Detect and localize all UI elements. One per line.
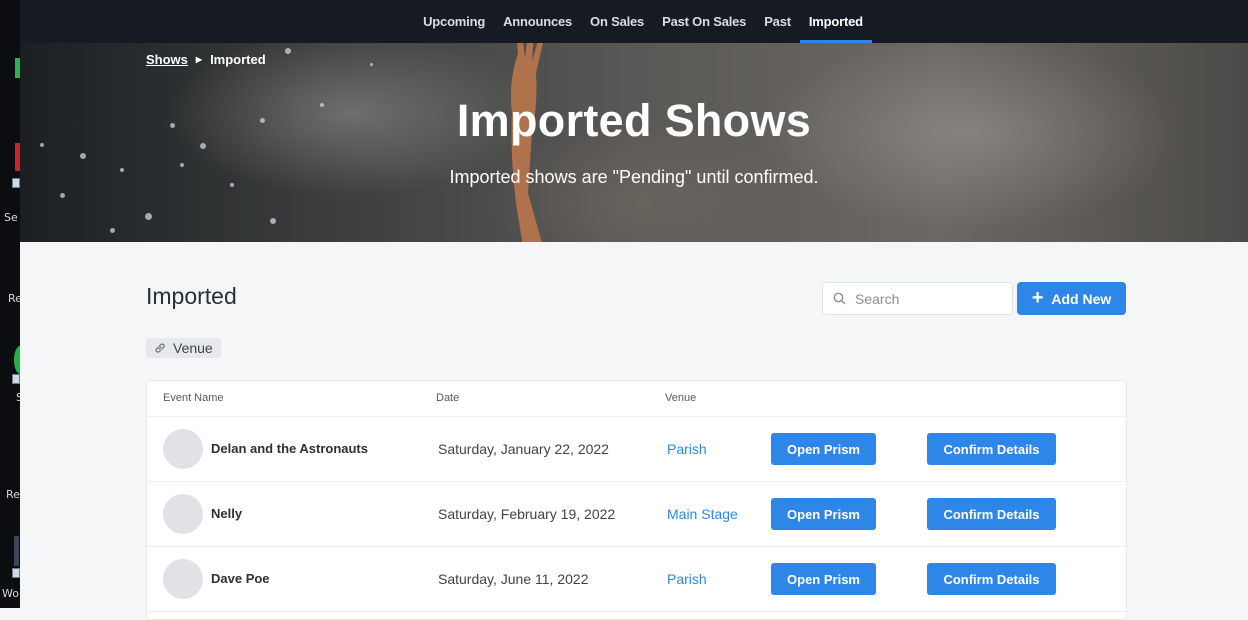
venue-filter-label: Venue <box>173 340 213 356</box>
tab-on-sales[interactable]: On Sales <box>581 0 653 43</box>
desktop-label: Wo <box>2 587 19 600</box>
table-header: Event Name Date Venue <box>147 381 1126 417</box>
avatar <box>163 559 203 599</box>
column-header-event-name[interactable]: Event Name <box>163 392 224 404</box>
avatar <box>163 429 203 469</box>
open-prism-button[interactable]: Open Prism <box>771 563 876 595</box>
breadcrumb: Shows ▶ Imported <box>146 52 266 67</box>
page-title: Imported Shows <box>456 95 812 146</box>
desktop-label: Re <box>6 488 20 501</box>
event-name[interactable]: Nelly <box>211 506 242 521</box>
desktop-label: Se <box>4 211 18 224</box>
event-date: Saturday, January 22, 2022 <box>438 441 609 457</box>
hero-banner: Shows ▶ Imported Imported Shows Imported… <box>20 43 1248 242</box>
desktop-dark-icon <box>14 536 19 566</box>
event-name[interactable]: Delan and the Astronauts <box>211 441 368 456</box>
column-header-venue[interactable]: Venue <box>665 392 696 404</box>
venue-link[interactable]: Parish <box>667 571 707 587</box>
section-title: Imported <box>146 283 237 309</box>
event-date: Saturday, June 11, 2022 <box>438 571 589 587</box>
open-prism-button[interactable]: Open Prism <box>771 498 876 530</box>
tab-past[interactable]: Past <box>755 0 800 43</box>
desktop-strip: Se Re S Re Wo <box>0 0 20 608</box>
event-name[interactable]: Dave Poe <box>211 571 270 586</box>
table-row[interactable]: Dave Poe Saturday, June 11, 2022 Parish … <box>147 547 1126 612</box>
confirm-details-button[interactable]: Confirm Details <box>927 498 1056 530</box>
search-input[interactable] <box>855 290 995 307</box>
plus-icon: + <box>1031 286 1044 309</box>
table-row[interactable]: Delan and the Astronauts Saturday, Janua… <box>147 417 1126 482</box>
tab-announces[interactable]: Announces <box>494 0 581 43</box>
top-nav: Upcoming Announces On Sales Past On Sale… <box>20 0 1248 43</box>
tab-upcoming[interactable]: Upcoming <box>414 0 494 43</box>
venue-filter-chip[interactable]: Venue <box>146 338 221 358</box>
desktop-label: Re <box>8 292 20 305</box>
desktop-shortcut-icon[interactable] <box>12 568 20 578</box>
tab-past-on-sales[interactable]: Past On Sales <box>653 0 755 43</box>
open-prism-button[interactable]: Open Prism <box>771 433 876 465</box>
link-icon <box>155 343 165 353</box>
confirm-details-button[interactable]: Confirm Details <box>927 563 1056 595</box>
table-row[interactable]: Nelly Saturday, February 19, 2022 Main S… <box>147 482 1126 547</box>
column-header-date[interactable]: Date <box>436 392 459 404</box>
desktop-shortcut-icon[interactable] <box>12 178 20 188</box>
desktop-shortcut-icon[interactable] <box>12 374 20 384</box>
confirm-details-button[interactable]: Confirm Details <box>927 433 1056 465</box>
event-date: Saturday, February 19, 2022 <box>438 506 616 522</box>
breadcrumb-separator-icon: ▶ <box>195 55 203 64</box>
venue-link[interactable]: Main Stage <box>667 506 738 522</box>
breadcrumb-current: Imported <box>210 52 266 67</box>
breadcrumb-shows-link[interactable]: Shows <box>146 52 188 67</box>
search-icon <box>833 292 846 305</box>
app-window: Upcoming Announces On Sales Past On Sale… <box>20 0 1248 620</box>
venue-link[interactable]: Parish <box>667 441 707 457</box>
page-subtitle: Imported shows are "Pending" until confi… <box>449 167 819 187</box>
tab-imported[interactable]: Imported <box>799 0 872 43</box>
search-box[interactable] <box>822 282 1013 315</box>
imported-shows-table: Event Name Date Venue Delan and the Astr… <box>146 380 1127 620</box>
add-new-label: Add New <box>1051 290 1112 307</box>
avatar <box>163 494 203 534</box>
add-new-button[interactable]: + Add New <box>1017 282 1126 315</box>
